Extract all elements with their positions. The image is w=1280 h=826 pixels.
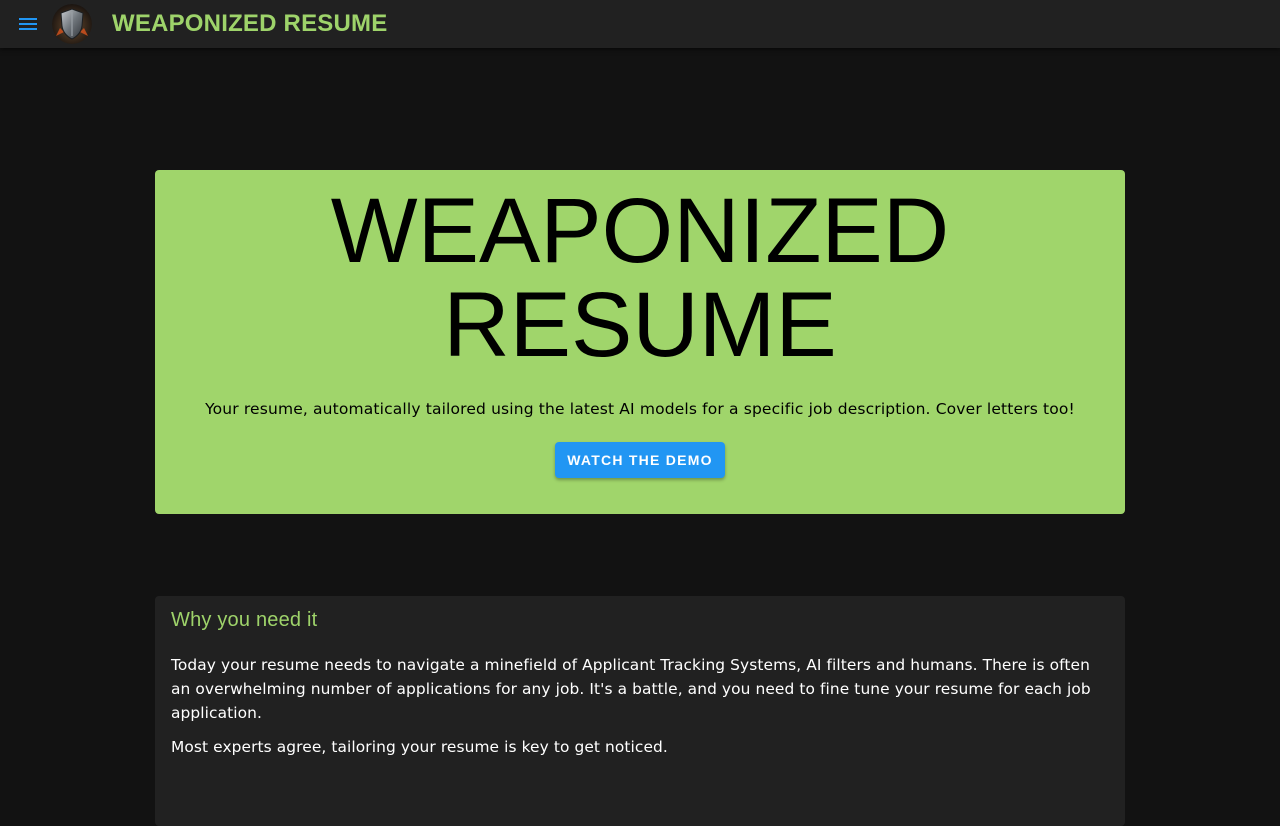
watch-demo-button[interactable]: WATCH THE DEMO — [555, 442, 725, 478]
app-title[interactable]: WEAPONIZED RESUME — [112, 0, 387, 48]
why-section-body: Today your resume needs to navigate a mi… — [171, 653, 1101, 769]
hero-title: WEAPONIZED RESUME — [155, 184, 1125, 372]
hero-title-line2: RESUME — [443, 274, 837, 376]
why-paragraph: Today your resume needs to navigate a mi… — [171, 656, 1091, 722]
app-bar: WEAPONIZED RESUME — [0, 0, 1280, 48]
hero-subtitle: Your resume, automatically tailored usin… — [205, 400, 1075, 418]
why-paragraph: Most experts agree, tailoring your resum… — [171, 738, 668, 756]
shield-logo-icon[interactable] — [52, 4, 92, 44]
why-section-title: Why you need it — [171, 609, 318, 631]
hero-banner: WEAPONIZED RESUME Your resume, automatic… — [155, 170, 1125, 514]
hamburger-menu-icon[interactable] — [16, 12, 40, 36]
hero-title-line1: WEAPONIZED — [330, 180, 950, 282]
why-you-need-it-card: Why you need it Today your resume needs … — [155, 596, 1125, 826]
